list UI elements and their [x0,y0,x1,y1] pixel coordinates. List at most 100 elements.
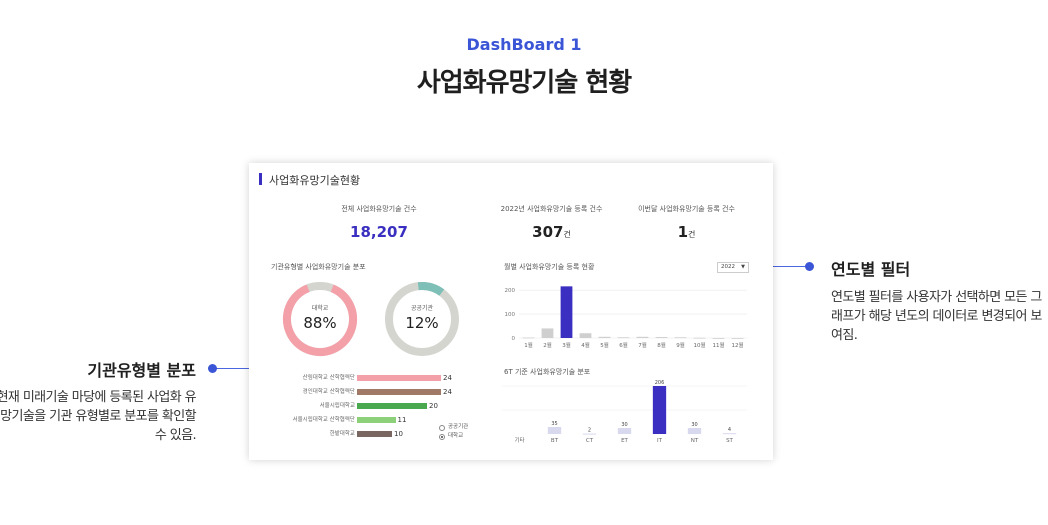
sixT-xtick-label: ST [726,438,733,444]
sixT-bar [652,386,667,434]
sixT-value-label: 35 [551,421,557,427]
institution-bar-row: 산림대학교 산학협력단 24 [269,374,479,382]
sixT-xtick-label: BT [551,438,559,444]
institution-bar-label: 경인대학교 산학협력단 [302,389,355,395]
monthly-section-label: 월별 사업화유망기술 등록 현황 [504,263,595,271]
sixT-value-label: 4 [728,427,731,433]
stat-year-value: 307건 [489,223,614,241]
monthly-xtick-label: 10월 [693,341,705,349]
sixT-xtick-label: NT [691,438,699,444]
institution-bar-label: 한밭대학교 [329,431,355,437]
institution-bar-value: 24 [443,388,452,396]
monthly-bar [541,328,554,338]
monthly-xtick-label: 9월 [676,341,685,349]
legend-university-label: 대학교 [448,433,464,439]
sixT-value-label: 206 [655,380,665,386]
monthly-xtick-label: 3월 [562,341,571,349]
stat-month-label: 이번달 사업화유망기술 등록 건수 [638,205,735,213]
callout-left-dot [208,364,217,373]
stat-total-value: 18,207 [350,223,408,241]
monthly-xtick-label: 12월 [731,341,743,349]
monthly-bar-chart: 0 100 200 1월 2월 3월 4월 5월 6월 7월 8월 9월 10월 11월 12월 [505,286,747,349]
sixT-value-label: 30 [621,422,627,428]
card-title: 사업화유망기술현황 [259,172,360,188]
monthly-xtick-label: 7월 [638,341,647,349]
stat-month-unit: 건 [688,230,696,239]
monthly-xtick-label: 8월 [657,341,666,349]
institution-bar-value: 11 [397,416,407,424]
callout-left-title: 기관유형별 분포 [87,361,196,380]
hero-title: 사업화유망기술 현황 [416,68,632,98]
monthly-xtick-label: 11월 [712,341,724,349]
org-type-legend: 공공기관 대학교 [439,423,468,441]
monthly-bar [731,338,744,339]
institution-bar-value: 24 [443,374,452,382]
monthly-bar [636,336,649,338]
sixT-bar [687,428,702,434]
monthly-bar [598,336,611,338]
sixT-bar-chart: 기타 35 BT 2 CT 30 ET 206 IT 30 NT 4 ST [502,380,747,444]
monthly-bar [522,337,535,339]
monthly-ytick-label: 200 [505,288,516,294]
callout-right-title: 연도별 필터 [831,260,911,279]
stat-year-unit: 건 [563,230,571,239]
sixT-value-label: 2 [588,428,591,434]
donut-university-pct: 88% [303,314,337,332]
institution-bar-row: 서울시립대학교 20 [269,402,479,410]
institution-bar-label: 산림대학교 산학협력단 [302,375,355,381]
sixT-bar [617,428,632,434]
legend-public-radio[interactable] [439,425,445,431]
monthly-xtick-label: 5월 [600,341,609,349]
year-select[interactable]: 2022 ▼ [717,262,749,273]
monthly-ytick-label: 0 [512,336,516,342]
sixT-bar [722,433,737,435]
stat-year-label: 2022년 사업화유망기술 등록 건수 [500,205,603,213]
legend-public-label: 공공기관 [448,424,469,430]
institution-bar-value: 20 [429,402,438,410]
monthly-bar [712,338,725,339]
donut-public: 공공기관 12% [384,281,460,357]
monthly-bar [655,337,668,338]
donut-public-pct: 12% [405,314,439,332]
sixT-bar [547,427,562,434]
sixT-xtick-label: IT [657,438,663,444]
legend-public[interactable]: 공공기관 [439,423,468,432]
sixT-xtick-label: ET [621,438,628,444]
stat-month-number: 1 [677,223,689,241]
institution-bar [357,417,396,423]
dist-section-label: 기관유형별 사업화유망기술 분포 [271,263,366,271]
legend-university-radio[interactable] [439,434,445,440]
stat-year-number: 307 [532,223,564,241]
monthly-bar [579,333,592,338]
institution-bar-label: 서울시립대학교 산학협력단 [292,417,355,423]
callout-left-desc: 현재 미래기술 마당에 등록된 사업화 유망기술을 기관 유형별로 분포를 확인… [0,390,197,443]
sixT-bar [582,433,597,435]
donut-university: 대학교 88% [282,281,358,357]
institution-bar [357,389,441,395]
institution-bar-value: 10 [394,430,403,438]
callout-right-dot [805,262,814,271]
chevron-down-icon: ▼ [741,264,745,270]
monthly-bar [617,337,630,339]
monthly-xtick-label: 6월 [619,341,628,349]
monthly-xtick-label: 1월 [524,341,533,349]
dashboard-card: 사업화유망기술현황 전체 사업화유망기술 건수 18,207 2022년 사업화… [249,163,773,460]
institution-bar [357,403,427,409]
institution-bar-row: 경인대학교 산학협력단 24 [269,388,479,396]
monthly-bar [674,337,687,339]
stat-total-label: 전체 사업화유망기술 건수 [341,205,417,213]
year-select-value: 2022 [721,264,735,270]
institution-bar [357,431,392,437]
sixT-xtick-label: 기타 [514,436,524,444]
donut-university-name: 대학교 [311,305,329,312]
institution-bar-label: 서울시립대학교 [319,403,355,409]
sixT-xtick-label: CT [586,438,594,444]
monthly-xtick-label: 2월 [543,341,552,349]
institution-bar [357,375,441,381]
stat-month-value: 1건 [624,223,749,241]
donut-public-name: 공공기관 [410,305,434,312]
monthly-bar [560,286,573,338]
hero-subtitle: DashBoard 1 [466,35,582,54]
sixT-value-label: 30 [691,422,697,428]
legend-university[interactable]: 대학교 [439,432,468,441]
